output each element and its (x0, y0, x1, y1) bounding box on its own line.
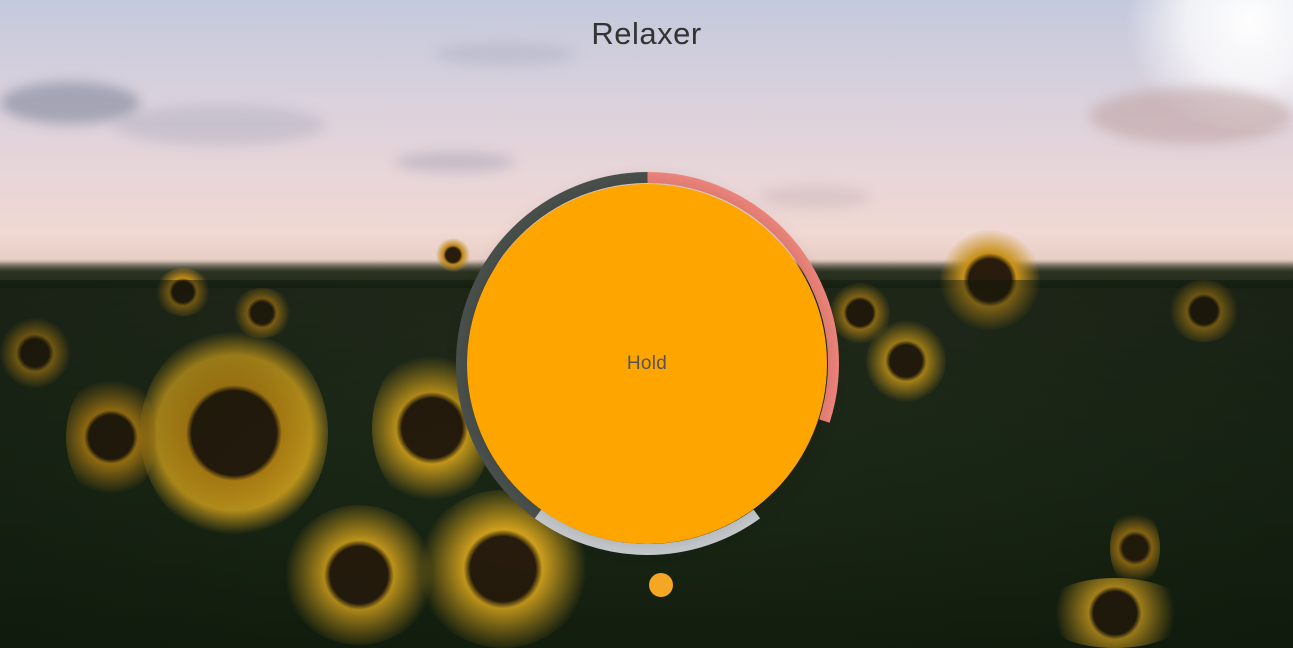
app-stage: Relaxer Hold (0, 0, 1293, 648)
background-cloud (395, 152, 515, 172)
breathing-instruction: Hold (626, 353, 668, 374)
app-title: Relaxer (591, 16, 702, 51)
breathing-circle[interactable]: Hold (467, 184, 827, 544)
background-cloud (1090, 88, 1293, 144)
background-cloud (0, 82, 140, 124)
progress-pointer-dot (649, 573, 673, 597)
background-cloud (115, 105, 325, 145)
